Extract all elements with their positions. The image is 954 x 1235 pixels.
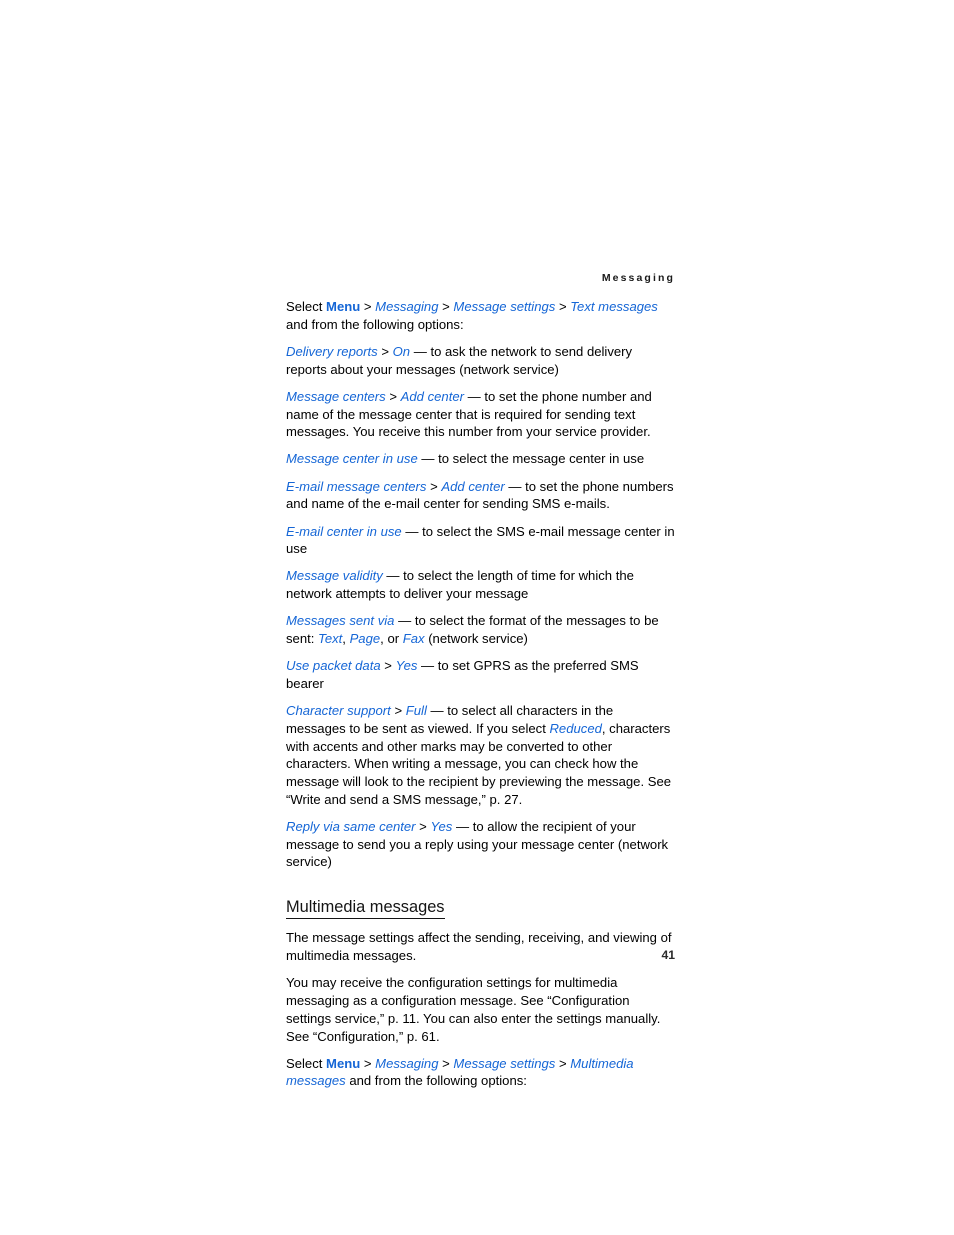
list-comma-or: , or [380, 631, 403, 647]
em-dash: — [463, 388, 485, 404]
paragraph-email-center-in-use: E-mail center in use — to select the SMS… [286, 523, 676, 558]
option-message-centers: Message centers [286, 388, 386, 404]
paragraph-reply-via-same-center: Reply via same center > Yes — to allow t… [286, 818, 676, 871]
path-separator: > [360, 299, 376, 314]
em-dash: — [452, 818, 473, 834]
em-dash: — [417, 658, 438, 674]
menu-label: Menu [326, 299, 361, 314]
path-separator: > [438, 299, 454, 314]
option-message-center-in-use: Message center in use [286, 451, 418, 467]
path-separator: > [385, 388, 401, 404]
option-delivery-reports: Delivery reports [286, 343, 378, 359]
option-value-yes: Yes [395, 658, 418, 674]
option-email-message-centers: E-mail message centers [286, 478, 427, 494]
paragraph-message-validity: Message validity — to select the length … [286, 567, 676, 602]
path-item-message-settings: Message settings [453, 299, 556, 314]
option-value-add-center: Add center [441, 478, 505, 494]
text-select-suffix: and from the following options: [345, 1073, 527, 1089]
paragraph-configuration-settings: You may receive the configuration settin… [286, 975, 661, 1044]
menu-label: Menu [326, 1055, 361, 1071]
option-email-center-in-use: E-mail center in use [286, 523, 402, 539]
list-comma: , [342, 631, 350, 647]
option-value-on: On [392, 343, 411, 359]
paragraph-select-text-messages: Select Menu > Messaging > Message settin… [286, 298, 676, 333]
option-value-reduced: Reduced [549, 720, 602, 736]
path-item-messaging: Messaging [375, 299, 439, 314]
em-dash: — [417, 451, 439, 467]
path-separator: > [555, 299, 571, 314]
path-separator: > [390, 703, 406, 719]
option-character-support: Character support [286, 703, 391, 719]
heading-container: Multimedia messages [286, 880, 676, 925]
text-select-prefix: Select [286, 1055, 327, 1071]
paragraph-email-message-centers: E-mail message centers > Add center — to… [286, 478, 676, 513]
option-description: to select the message center in use [438, 451, 645, 467]
paragraph-use-packet-data: Use packet data > Yes — to set GPRS as t… [286, 657, 676, 692]
path-separator: > [377, 343, 393, 359]
path-item-message-settings: Message settings [453, 1055, 556, 1071]
running-header: Messaging [601, 272, 675, 284]
paragraph-delivery-reports: Delivery reports > On — to ask the netwo… [286, 343, 676, 378]
em-dash: — [426, 703, 448, 719]
em-dash: — [504, 478, 526, 494]
em-dash: — [410, 343, 431, 359]
option-value-add-center: Add center [400, 388, 464, 404]
paragraph-select-multimedia-messages: Select Menu > Messaging > Message settin… [286, 1055, 676, 1090]
option-reply-via-same-center: Reply via same center [286, 818, 416, 834]
path-item-messaging: Messaging [375, 1055, 439, 1071]
em-dash: — [401, 523, 423, 539]
paragraph-character-support: Character support > Full — to select all… [286, 702, 676, 808]
em-dash: — [382, 568, 404, 584]
option-value-full: Full [405, 703, 427, 719]
text-select-prefix: Select [286, 299, 327, 314]
page-body-column: Select Menu > Messaging > Message settin… [286, 298, 676, 1100]
option-value-yes: Yes [430, 818, 453, 834]
option-messages-sent-via: Messages sent via [286, 613, 395, 629]
manual-page: Messaging Select Menu > Messaging > Mess… [0, 0, 954, 1235]
page-number: 41 [661, 948, 675, 962]
path-separator: > [426, 478, 442, 494]
path-separator: > [438, 1055, 454, 1071]
path-separator: > [415, 818, 431, 834]
section-heading-multimedia-messages: Multimedia messages [286, 897, 445, 920]
option-use-packet-data: Use packet data [286, 658, 381, 674]
em-dash: — [394, 613, 415, 629]
paragraph-messages-sent-via: Messages sent via — to select the format… [286, 612, 676, 647]
option-value-text: Text [318, 631, 343, 647]
network-service-note: (network service) [424, 631, 528, 647]
option-value-fax: Fax [402, 631, 425, 647]
paragraph-message-center-in-use: Message center in use — to select the me… [286, 450, 676, 468]
option-value-page: Page [349, 631, 381, 647]
option-message-validity: Message validity [286, 568, 383, 584]
path-item-text-messages: Text messages [570, 299, 658, 314]
paragraph-message-centers: Message centers > Add center — to set th… [286, 388, 676, 441]
path-separator: > [555, 1055, 571, 1071]
text-select-suffix: and from the following options: [286, 316, 464, 332]
path-separator: > [380, 658, 396, 674]
path-separator: > [360, 1055, 376, 1071]
